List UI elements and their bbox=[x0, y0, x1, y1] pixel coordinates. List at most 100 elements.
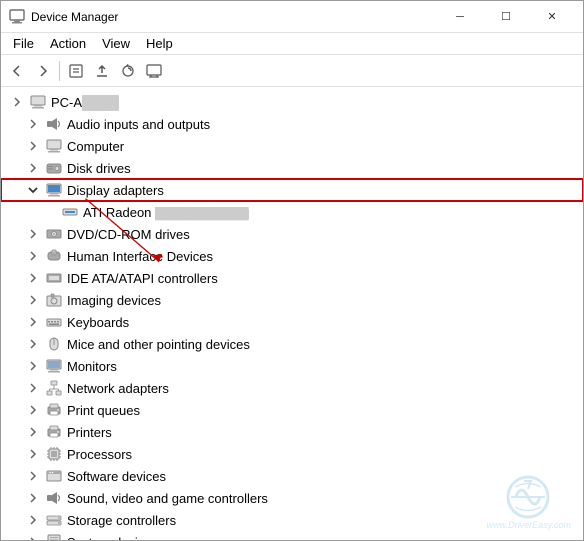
window-controls: ─ ☐ ✕ bbox=[437, 1, 575, 33]
tree-item-display[interactable]: Display adapters bbox=[1, 179, 583, 201]
tree-item-imaging[interactable]: Imaging devices bbox=[1, 289, 583, 311]
tree-item-keyboards[interactable]: Keyboards bbox=[1, 311, 583, 333]
system-label: System devices bbox=[67, 535, 158, 541]
display-label: Display adapters bbox=[67, 183, 164, 198]
audio-icon bbox=[45, 115, 63, 133]
software-icon bbox=[45, 467, 63, 485]
keyboard-icon bbox=[45, 313, 63, 331]
tree-item-root[interactable]: PC-A████ bbox=[1, 91, 583, 113]
properties-icon bbox=[68, 63, 84, 79]
tree-item-mice[interactable]: Mice and other pointing devices bbox=[1, 333, 583, 355]
properties-button[interactable] bbox=[64, 59, 88, 83]
expand-processors[interactable] bbox=[25, 446, 41, 462]
tree-item-disk[interactable]: Disk drives bbox=[1, 157, 583, 179]
expand-dvd[interactable] bbox=[25, 226, 41, 242]
expand-display[interactable] bbox=[25, 182, 41, 198]
sound-label: Sound, video and game controllers bbox=[67, 491, 268, 506]
watermark-text: www.DriverEasy.com bbox=[487, 520, 571, 530]
tree-item-computer[interactable]: Computer bbox=[1, 135, 583, 157]
computer-icon bbox=[29, 93, 47, 111]
sound-icon bbox=[45, 489, 63, 507]
back-icon bbox=[9, 63, 25, 79]
forward-button[interactable] bbox=[31, 59, 55, 83]
title-bar: Device Manager ─ ☐ ✕ bbox=[1, 1, 583, 33]
monitors-label: Monitors bbox=[67, 359, 117, 374]
tree-item-printq[interactable]: Print queues bbox=[1, 399, 583, 421]
expand-printers[interactable] bbox=[25, 424, 41, 440]
menu-action[interactable]: Action bbox=[42, 34, 94, 53]
dvd-icon bbox=[45, 225, 63, 243]
expand-monitors[interactable] bbox=[25, 358, 41, 374]
expand-audio[interactable] bbox=[25, 116, 41, 132]
network-icon bbox=[45, 379, 63, 397]
expand-hid[interactable] bbox=[25, 248, 41, 264]
maximize-button[interactable]: ☐ bbox=[483, 1, 529, 33]
imaging-icon bbox=[45, 291, 63, 309]
toolbar bbox=[1, 55, 583, 87]
menu-file[interactable]: File bbox=[5, 34, 42, 53]
menu-bar: File Action View Help bbox=[1, 33, 583, 55]
printers-label: Printers bbox=[67, 425, 112, 440]
scan-icon bbox=[120, 63, 136, 79]
tree-item-system[interactable]: System devices bbox=[1, 531, 583, 540]
processor-icon bbox=[45, 445, 63, 463]
expand-ide[interactable] bbox=[25, 270, 41, 286]
tree-item-hid[interactable]: Human Interface Devices bbox=[1, 245, 583, 267]
expand-mice[interactable] bbox=[25, 336, 41, 352]
expand-root[interactable] bbox=[9, 94, 25, 110]
menu-view[interactable]: View bbox=[94, 34, 138, 53]
monitor-button[interactable] bbox=[142, 59, 166, 83]
window-title: Device Manager bbox=[31, 10, 437, 24]
dvd-label: DVD/CD-ROM drives bbox=[67, 227, 190, 242]
close-button[interactable]: ✕ bbox=[529, 1, 575, 33]
root-label: PC-A████ bbox=[51, 95, 119, 110]
tree-item-dvd[interactable]: DVD/CD-ROM drives bbox=[1, 223, 583, 245]
tree-item-network[interactable]: Network adapters bbox=[1, 377, 583, 399]
tree-item-processors[interactable]: Processors bbox=[1, 443, 583, 465]
tree-item-ide[interactable]: IDE ATA/ATAPI controllers bbox=[1, 267, 583, 289]
printer-icon bbox=[45, 423, 63, 441]
menu-help[interactable]: Help bbox=[138, 34, 181, 53]
monitor-device-icon bbox=[45, 357, 63, 375]
tree-item-audio[interactable]: Audio inputs and outputs bbox=[1, 113, 583, 135]
expand-computer[interactable] bbox=[25, 138, 41, 154]
toolbar-separator-1 bbox=[59, 61, 60, 81]
tree-item-monitors[interactable]: Monitors bbox=[1, 355, 583, 377]
ide-label: IDE ATA/ATAPI controllers bbox=[67, 271, 218, 286]
mice-label: Mice and other pointing devices bbox=[67, 337, 250, 352]
expand-keyboards[interactable] bbox=[25, 314, 41, 330]
expand-imaging[interactable] bbox=[25, 292, 41, 308]
update-button[interactable] bbox=[90, 59, 114, 83]
computer-label: Computer bbox=[67, 139, 124, 154]
watermark: www.DriverEasy.com bbox=[487, 475, 571, 530]
software-label: Software devices bbox=[67, 469, 166, 484]
watermark-logo bbox=[501, 475, 556, 520]
display-card-icon bbox=[61, 203, 79, 221]
expand-sound[interactable] bbox=[25, 490, 41, 506]
mouse-icon bbox=[45, 335, 63, 353]
keyboards-label: Keyboards bbox=[67, 315, 129, 330]
audio-label: Audio inputs and outputs bbox=[67, 117, 210, 132]
tree-item-ati[interactable]: ▶ ATI Radeon ████████████ bbox=[1, 201, 583, 223]
expand-system[interactable] bbox=[25, 534, 41, 540]
printq-icon bbox=[45, 401, 63, 419]
forward-icon bbox=[35, 63, 51, 79]
expand-storage[interactable] bbox=[25, 512, 41, 528]
ati-label: ATI Radeon ████████████ bbox=[83, 205, 249, 220]
disk-icon bbox=[45, 159, 63, 177]
hid-icon bbox=[45, 247, 63, 265]
display-icon bbox=[45, 181, 63, 199]
expand-network[interactable] bbox=[25, 380, 41, 396]
tree-item-printers[interactable]: Printers bbox=[1, 421, 583, 443]
scan-button[interactable] bbox=[116, 59, 140, 83]
back-button[interactable] bbox=[5, 59, 29, 83]
expand-software[interactable] bbox=[25, 468, 41, 484]
expand-disk[interactable] bbox=[25, 160, 41, 176]
update-icon bbox=[94, 63, 110, 79]
device-manager-window: Device Manager ─ ☐ ✕ File Action View He… bbox=[0, 0, 584, 541]
device-tree-panel[interactable]: PC-A████ Audio inputs and outputs bbox=[1, 87, 583, 540]
minimize-button[interactable]: ─ bbox=[437, 1, 483, 33]
expand-printq[interactable] bbox=[25, 402, 41, 418]
storage-icon bbox=[45, 511, 63, 529]
network-label: Network adapters bbox=[67, 381, 169, 396]
